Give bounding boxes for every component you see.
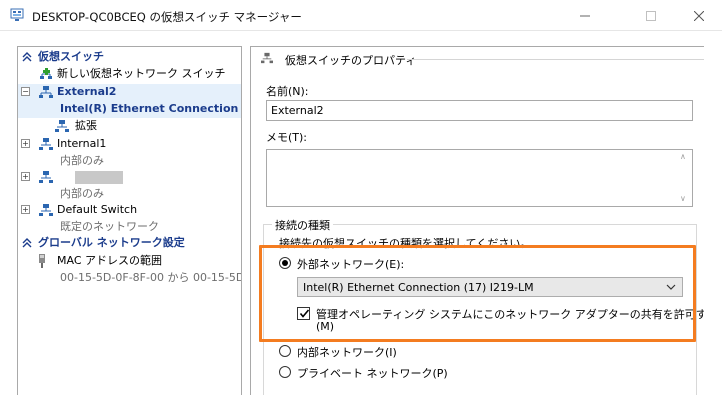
new-switch-label: 新しい仮想ネットワーク スイッチ: [57, 67, 226, 80]
collapse-chevron-icon[interactable]: [21, 51, 33, 63]
close-icon: [694, 10, 704, 21]
network-adapter-icon: [39, 254, 45, 268]
network-switch-icon: [39, 171, 53, 183]
collapse-chevron-icon[interactable]: [21, 237, 33, 249]
memo-field[interactable]: ∧ ∨: [266, 149, 693, 207]
tree-item-mac-range[interactable]: MAC アドレスの範囲 00-15-5D-0F-8F-00 から 00-15-5…: [18, 253, 242, 287]
internal1-type: 内部のみ: [60, 154, 104, 167]
tree-item-default-switch[interactable]: + Default Switch 既定のネットワーク: [18, 202, 241, 236]
external2-adapter: Intel(R) Ethernet Connection ...: [60, 102, 242, 115]
internal-network-label[interactable]: 内部ネットワーク(I): [297, 344, 397, 360]
default-switch-type: 既定のネットワーク: [60, 220, 159, 233]
window-title: DESKTOP-QC0BCEQ の仮想スイッチ マネージャー: [32, 10, 302, 24]
properties-header: 仮想スイッチのプロパティ: [251, 47, 722, 69]
maximize-icon: [646, 10, 656, 21]
section-virtual-switches-label: 仮想スイッチ: [38, 50, 104, 63]
network-switch-icon: [39, 204, 53, 216]
tree-item-redacted-switch[interactable]: + 内部のみ: [18, 169, 241, 203]
memo-label: メモ(T):: [266, 131, 308, 144]
collapse-toggle[interactable]: −: [21, 87, 30, 96]
scroll-down-icon[interactable]: ∨: [680, 194, 686, 203]
scroll-up-icon[interactable]: ∧: [680, 152, 686, 161]
private-network-radio[interactable]: [279, 366, 291, 378]
network-switch-icon: [39, 86, 53, 98]
close-button[interactable]: [676, 0, 722, 31]
tree-item-extensions[interactable]: 拡張: [18, 118, 241, 134]
network-switch-icon: [39, 138, 53, 150]
header-divider: [407, 59, 709, 60]
section-global-network-settings[interactable]: グローバル ネットワーク設定: [18, 235, 241, 251]
highlight-box: [259, 245, 696, 342]
properties-title: 仮想スイッチのプロパティ: [285, 54, 417, 67]
expand-toggle[interactable]: +: [21, 205, 30, 214]
extensions-label: 拡張: [75, 119, 97, 132]
external2-name: External2: [57, 85, 117, 98]
tree-item-new-switch[interactable]: 新しい仮想ネットワーク スイッチ: [18, 66, 241, 82]
redacted-switch-type: 内部のみ: [60, 187, 104, 200]
minimize-button[interactable]: [562, 0, 608, 31]
tree-item-external2[interactable]: − External2 Intel(R) Ethernet Connection…: [18, 84, 242, 118]
name-label: 名前(N):: [266, 85, 309, 98]
properties-scrollbar[interactable]: [704, 46, 722, 395]
network-switch-icon: [261, 52, 273, 64]
title-bar: DESKTOP-QC0BCEQ の仮想スイッチ マネージャー: [0, 0, 722, 31]
section-virtual-switches[interactable]: 仮想スイッチ: [18, 49, 241, 65]
tree-item-internal1[interactable]: + Internal1 内部のみ: [18, 136, 241, 170]
new-network-switch-icon: [40, 68, 52, 79]
maximize-button[interactable]: [628, 0, 674, 31]
mac-range-name: MAC アドレスの範囲: [57, 254, 162, 267]
internal-network-radio[interactable]: [279, 345, 291, 357]
navigation-tree[interactable]: 仮想スイッチ 新しい仮想ネットワーク スイッチ − External2 Inte…: [17, 46, 242, 395]
default-switch-name: Default Switch: [57, 203, 138, 216]
internal1-name: Internal1: [57, 137, 107, 150]
memo-scrollbar[interactable]: ∧ ∨: [676, 150, 692, 206]
mac-range-value: 00-15-5D-0F-8F-00 から 00-15-5D-...: [60, 271, 242, 284]
name-field[interactable]: [266, 100, 693, 121]
virtual-switch-app-icon: [10, 8, 24, 21]
expand-toggle[interactable]: +: [21, 172, 30, 181]
switch-properties-pane: 仮想スイッチのプロパティ 名前(N): メモ(T): ∧ ∨ 接続の種類 接続先…: [250, 46, 722, 395]
redacted-name: [75, 171, 123, 184]
section-global-label: グローバル ネットワーク設定: [38, 236, 185, 249]
minimize-icon: [580, 15, 590, 16]
private-network-label[interactable]: プライベート ネットワーク(P): [297, 365, 448, 381]
expand-toggle[interactable]: +: [21, 139, 30, 148]
network-switch-icon: [55, 120, 69, 132]
connection-type-title: 接続の種類: [272, 217, 333, 233]
